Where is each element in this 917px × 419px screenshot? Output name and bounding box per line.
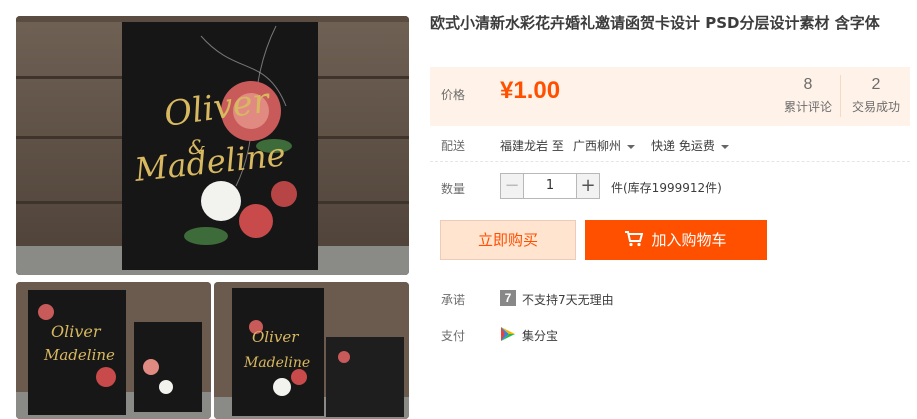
reviews-count: 8 <box>803 76 813 93</box>
ship-to-value: 广西柳州 <box>573 139 622 153</box>
thumb2-card-name-line2: Madeline <box>243 355 310 371</box>
reviews-label: 累计评论 <box>783 100 832 114</box>
price-value: ¥1.00 <box>500 77 561 104</box>
promise-label: 承诺 <box>441 293 466 307</box>
thumb1-card-name-line1: Oliver <box>51 322 102 341</box>
jifenbao-icon <box>501 327 515 341</box>
product-info-panel: 欧式小清新水彩花卉婚礼邀请函贺卡设计 PSD分层设计素材 含字体 价格 ¥1.0… <box>430 0 917 419</box>
price-label: 价格 <box>441 88 466 102</box>
main-product-image[interactable]: Oliver & Madeline <box>16 16 409 275</box>
thumb2-card-name-line1: Oliver <box>252 328 299 346</box>
price-box: 价格 ¥1.00 8 累计评论 2 交易成功 <box>430 67 910 126</box>
payment-label: 支付 <box>441 329 466 343</box>
product-title: 欧式小清新水彩花卉婚礼邀请函贺卡设计 PSD分层设计素材 含字体 <box>430 14 880 32</box>
quantity-label: 数量 <box>441 182 466 196</box>
shipping-label: 配送 <box>441 139 466 153</box>
ship-method-value: 快递 免运费 <box>651 139 715 153</box>
thumb1-card-name-line2: Madeline <box>43 346 115 364</box>
ship-method-dropdown[interactable]: 快递 免运费 <box>651 137 729 154</box>
sales-stat: 2 交易成功 <box>846 76 906 115</box>
sales-label: 交易成功 <box>851 100 900 114</box>
promise-text[interactable]: 不支持7天无理由 <box>522 291 614 308</box>
payment-text[interactable]: 集分宝 <box>522 327 558 344</box>
thumbnail-image-1[interactable]: Oliver Madeline <box>16 282 211 419</box>
increase-quantity-button[interactable]: + <box>576 173 600 199</box>
seven-day-return-icon: 7 <box>500 290 516 306</box>
stock-text: 件(库存1999912件) <box>611 181 722 195</box>
quantity-input[interactable]: 1 <box>523 173 577 199</box>
product-gallery: Oliver & Madeline Oliver Madeline Oliver… <box>16 16 409 419</box>
decrease-quantity-button[interactable]: − <box>500 173 524 199</box>
quantity-row: 数量 − 1 + 件(库存1999912件) <box>430 172 910 202</box>
payment-row: 支付 集分宝 <box>430 326 910 346</box>
cart-icon <box>625 230 644 246</box>
add-to-cart-label: 加入购物车 <box>651 231 727 249</box>
sales-count: 2 <box>871 76 881 93</box>
stat-divider <box>840 75 841 117</box>
buy-now-button[interactable]: 立即购买 <box>440 220 576 260</box>
reviews-stat[interactable]: 8 累计评论 <box>778 76 838 115</box>
promise-row: 承诺 7 不支持7天无理由 <box>430 290 910 310</box>
chevron-down-icon <box>627 144 636 149</box>
ship-to-dropdown[interactable]: 广西柳州 <box>573 137 636 154</box>
ship-from: 福建龙岩 至 <box>500 139 564 153</box>
shipping-row: 配送 福建龙岩 至 广西柳州 快递 免运费 <box>430 133 910 162</box>
add-to-cart-button[interactable]: 加入购物车 <box>585 220 767 260</box>
chevron-down-icon <box>720 144 729 149</box>
thumbnail-image-2[interactable]: Oliver Madeline <box>214 282 409 419</box>
